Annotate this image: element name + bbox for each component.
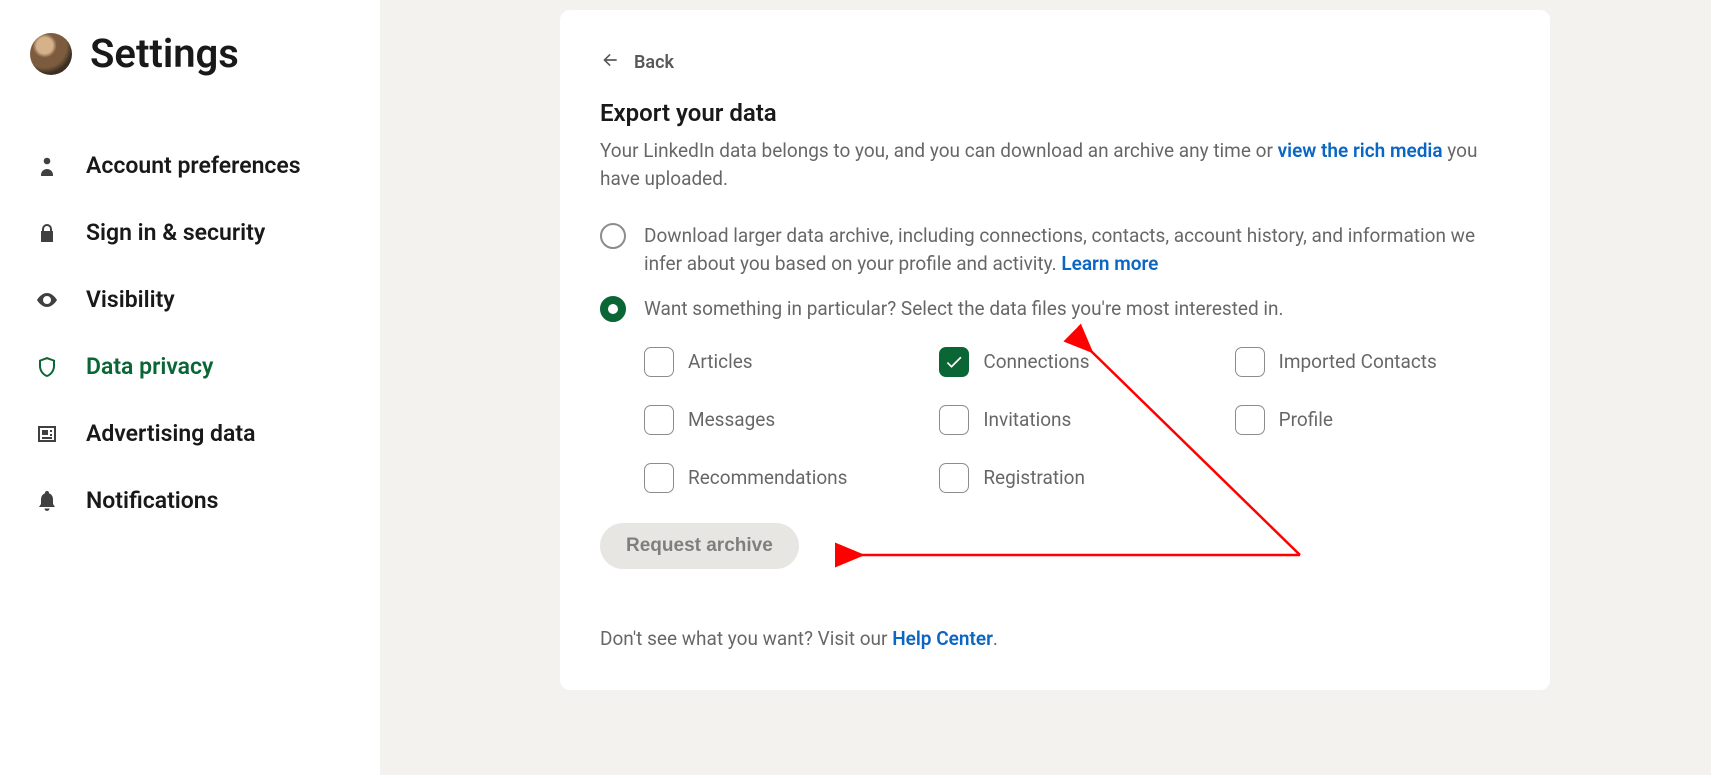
sidebar-item-label: Sign in & security [86,219,265,246]
sidebar-title: Settings [90,30,239,77]
page-heading: Export your data [600,99,1510,127]
checkbox-item-messages[interactable]: Messages [644,405,919,435]
bell-icon [34,489,60,513]
help-center-link[interactable]: Help Center [892,627,993,650]
radio-input[interactable] [600,296,626,322]
radio-option-particular-files[interactable]: Want something in particular? Select the… [600,295,1510,323]
back-button[interactable]: Back [600,50,1510,75]
newspaper-icon [34,422,60,446]
export-data-card: Back Export your data Your LinkedIn data… [560,10,1550,690]
checkbox[interactable] [939,463,969,493]
checkbox-item-imported-contacts[interactable]: Imported Contacts [1235,347,1510,377]
checkbox[interactable] [1235,405,1265,435]
checkbox[interactable] [644,463,674,493]
checkbox[interactable] [644,347,674,377]
sidebar-item-data-privacy[interactable]: Data privacy [30,333,380,400]
sidebar-item-sign-in-security[interactable]: Sign in & security [30,199,380,266]
sidebar-item-label: Account preferences [86,152,301,179]
lock-icon [34,221,60,245]
sidebar-item-visibility[interactable]: Visibility [30,266,380,333]
avatar[interactable] [30,33,72,75]
checkbox-label: Messages [688,408,775,431]
sidebar-item-advertising-data[interactable]: Advertising data [30,400,380,467]
sidebar-item-label: Notifications [86,487,218,514]
checkbox-label: Invitations [983,408,1071,431]
person-icon [34,154,60,178]
main-content: Back Export your data Your LinkedIn data… [380,0,1711,775]
shield-icon [34,355,60,379]
view-rich-media-link[interactable]: view the rich media [1278,139,1443,162]
checkbox[interactable] [939,347,969,377]
checkbox[interactable] [1235,347,1265,377]
radio-input[interactable] [600,223,626,249]
radio-option-larger-archive[interactable]: Download larger data archive, including … [600,222,1510,277]
checkbox[interactable] [939,405,969,435]
arrow-left-icon [600,50,620,75]
checkbox-label: Articles [688,350,753,373]
learn-more-link[interactable]: Learn more [1061,252,1158,275]
data-files-grid: Articles Connections Imported Contacts M… [644,347,1510,493]
checkbox-item-invitations[interactable]: Invitations [939,405,1214,435]
checkbox-label: Connections [983,350,1089,373]
sidebar-item-label: Visibility [86,286,175,313]
request-archive-button[interactable]: Request archive [600,523,799,569]
checkbox-item-registration[interactable]: Registration [939,463,1214,493]
help-center-text: Don't see what you want? Visit our Help … [600,627,1510,650]
sidebar-item-account-preferences[interactable]: Account preferences [30,132,380,199]
sidebar-item-notifications[interactable]: Notifications [30,467,380,534]
checkbox-item-recommendations[interactable]: Recommendations [644,463,919,493]
eye-icon [34,288,60,312]
back-label: Back [634,52,674,73]
checkbox-item-profile[interactable]: Profile [1235,405,1510,435]
sidebar-item-label: Data privacy [86,353,213,380]
checkbox-item-connections[interactable]: Connections [939,347,1214,377]
checkbox[interactable] [644,405,674,435]
checkbox-item-articles[interactable]: Articles [644,347,919,377]
page-description: Your LinkedIn data belongs to you, and y… [600,137,1510,192]
checkbox-label: Registration [983,466,1085,489]
checkbox-label: Recommendations [688,466,847,489]
checkbox-label: Imported Contacts [1279,350,1437,373]
settings-sidebar: Settings Account preferences Sign in & s… [0,0,380,775]
checkbox-label: Profile [1279,408,1333,431]
sidebar-item-label: Advertising data [86,420,255,447]
